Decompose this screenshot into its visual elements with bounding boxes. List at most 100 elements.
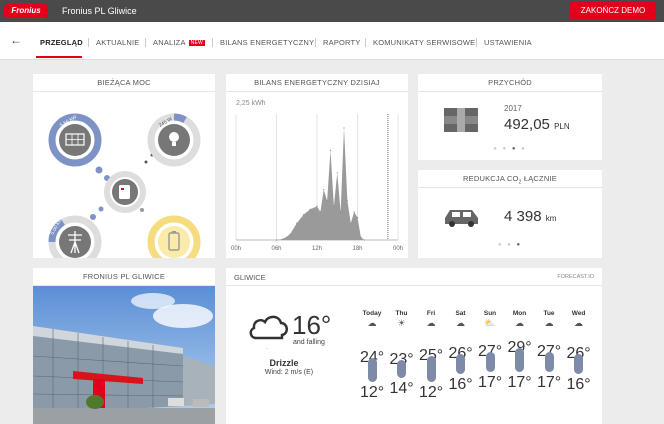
partly-cloudy-icon: ⛅ (484, 318, 496, 328)
weather-header: GLIWICE FORECAST.IO (226, 268, 602, 286)
forecast-day: Fri ☁ (419, 310, 443, 329)
cloud-icon: ☁ (426, 318, 436, 328)
weather-city: GLIWICE (234, 273, 266, 282)
tab-energy-balance[interactable]: BILANS ENERGETYCZNY (220, 38, 314, 47)
data-point (333, 205, 335, 207)
tab-settings[interactable]: USTAWIENIA (484, 38, 532, 47)
weather-card[interactable]: GLIWICE FORECAST.IO · 16° and falling Dr… (226, 268, 602, 424)
revenue-currency: PLN (554, 122, 570, 131)
nav-separator (212, 38, 213, 47)
forecast-low: 14° (389, 380, 414, 397)
data-point (336, 172, 338, 174)
fronius-logo[interactable]: Fronius (4, 4, 48, 18)
data-point (326, 200, 328, 202)
nav-separator (145, 38, 146, 47)
tab-analysis-label: ANALIZA (153, 38, 186, 47)
data-point (340, 211, 342, 213)
cloud-icon: ☁ (574, 318, 583, 328)
data-point (343, 127, 345, 129)
data-point (329, 149, 332, 151)
battery-terminal (172, 231, 176, 233)
forecast-day: Today ☁ (360, 310, 384, 329)
forecast-temp-bar (485, 352, 495, 372)
tab-analysis[interactable]: ANALIZA NEW (153, 38, 205, 47)
data-point (296, 222, 298, 224)
nav-separator (476, 38, 477, 47)
inverter-led (121, 188, 124, 190)
end-demo-button[interactable]: ZAKOŃCZ DEMO (570, 2, 656, 20)
forecast-temp-bar (367, 358, 377, 382)
data-point (323, 189, 325, 191)
x-tick-label: 06h (271, 246, 281, 252)
forecast-temp-bar (456, 354, 465, 374)
data-point (346, 200, 348, 202)
inverter-icon (119, 185, 130, 199)
co2-title-end: ŁĄCZNIE (521, 174, 557, 183)
nav-separator (88, 38, 89, 47)
pv-node (59, 124, 91, 156)
forecast-low: 17° (478, 374, 503, 391)
tab-overview[interactable]: PRZEGLĄD (40, 38, 83, 47)
weather-source-link[interactable]: FORECAST.IO (557, 274, 594, 280)
data-point (360, 236, 362, 238)
revenue-carousel-dots[interactable]: ● ● ● ● (418, 146, 602, 152)
tab-reports[interactable]: RAPORTY (323, 38, 361, 47)
forecast-day: Sun ⛅ (478, 310, 502, 329)
forecast-day-name: Today (362, 310, 382, 317)
forecast-temp-bar (544, 352, 554, 372)
data-point (282, 238, 284, 240)
drizzle-dot: · (266, 346, 268, 352)
x-tick-label: 18h (352, 246, 362, 252)
forecast-low: 16° (566, 376, 591, 393)
data-point (356, 217, 359, 219)
data-point (350, 222, 352, 224)
forecast-day: Mon ☁ (508, 310, 532, 329)
energy-balance-title: BILANS ENERGETYCZNY DZISIAJ (226, 74, 408, 92)
money-stack-icon (444, 108, 478, 132)
energy-balance-card[interactable]: BILANS ENERGETYCZNY DZISIAJ 2,25 kWh 00h… (226, 74, 408, 258)
forecast-day: Wed ☁ (567, 310, 591, 329)
active-tab-indicator (36, 56, 82, 58)
co2-unit: km (545, 214, 557, 223)
revenue-card[interactable]: PRZYCHÓD 2017 492,05 PLN ● ● ● ● (418, 74, 602, 160)
forecast-temp-bar (515, 348, 524, 372)
lightbulb-base (172, 142, 176, 146)
data-point (316, 205, 318, 207)
data-point (363, 239, 365, 241)
cloud-icon: ☁ (515, 318, 524, 328)
cloud-icon: ☁ (456, 318, 465, 328)
top-bar: Fronius Fronius PL Gliwice ZAKOŃCZ DEMO (0, 0, 664, 22)
nav-separator (315, 38, 316, 47)
co2-value: 4 398 (504, 208, 542, 225)
co2-carousel-dots[interactable]: ● ● ● (418, 242, 602, 248)
forecast-day-name: Mon (512, 310, 527, 317)
forecast-temp-bar (426, 356, 436, 382)
main-nav: ← PRZEGLĄD AKTUALNIE ANALIZA NEW BILANS E… (0, 22, 664, 60)
load-ring-fill (173, 113, 187, 124)
x-tick-label: 00h (393, 246, 403, 252)
cloud-icon: ☁ (367, 318, 377, 328)
forecast-day: Sat ☁ (449, 310, 473, 329)
back-arrow-icon[interactable]: ← (10, 33, 22, 47)
forecast-day-name: Wed (571, 310, 586, 317)
co2-title: REDUKCJA CO2 ŁĄCZNIE (418, 170, 602, 188)
co2-reduction-card[interactable]: REDUKCJA CO2 ŁĄCZNIE 4 398 km ● ● ● (418, 170, 602, 258)
data-point (353, 211, 355, 213)
revenue-title: PRZYCHÓD (418, 74, 602, 92)
co2-amount: 4 398 km (504, 208, 556, 225)
revenue-amount: 492,05 PLN (504, 116, 570, 133)
forecast-day-name: Fri (426, 310, 436, 317)
revenue-value: 492,05 (504, 116, 550, 133)
tab-current[interactable]: AKTUALNIE (96, 38, 139, 47)
new-badge: NEW (188, 40, 205, 46)
lightbulb-icon (169, 132, 179, 142)
current-power-card[interactable]: BIEŻĄCA MOC 5.56 kW 245 W 5.00 kW (33, 74, 215, 269)
forecast-low: 12° (419, 384, 444, 401)
x-tick-label: 00h (231, 246, 241, 252)
forecast-low: 12° (360, 384, 385, 401)
tab-service-messages[interactable]: KOMUNIKATY SERWISOWE (373, 38, 475, 47)
site-photo-card[interactable]: FRONIUS PL GLIWICE (33, 268, 215, 424)
sun-icon: ☀ (397, 318, 406, 328)
data-point (302, 214, 305, 216)
car-icon (445, 210, 478, 227)
